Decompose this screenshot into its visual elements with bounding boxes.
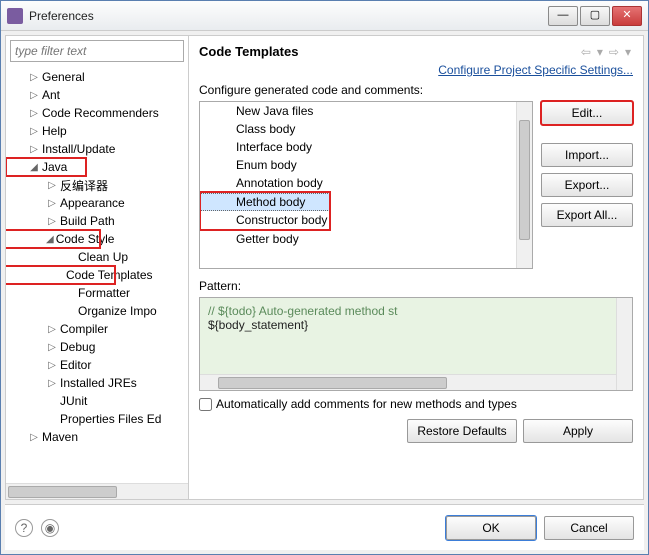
filter-input[interactable] <box>10 40 184 62</box>
nav-forward-menu-icon[interactable]: ▾ <box>623 45 633 59</box>
minimize-button[interactable]: — <box>548 6 578 26</box>
chevron-down-icon: ◢ <box>46 234 54 245</box>
right-panel: Code Templates ⇦ ▾ ⇨ ▾ Configure Project… <box>189 36 643 499</box>
tree-ant[interactable]: ▷Ant <box>6 86 188 104</box>
list-item-method-body[interactable]: Method body <box>200 193 330 211</box>
tree-code-templates[interactable]: Code Templates <box>6 266 115 284</box>
tree-java[interactable]: ◢Java <box>6 158 86 176</box>
left-panel: ▷General ▷Ant ▷Code Recommenders ▷Help ▷… <box>6 36 189 499</box>
app-icon <box>7 8 23 24</box>
chevron-right-icon: ▷ <box>46 198 58 209</box>
list-item[interactable]: Interface body <box>200 138 516 156</box>
pattern-preview: // ${todo} Auto-generated method st ${bo… <box>199 297 633 391</box>
pattern-line: ${body_statement} <box>208 318 624 332</box>
close-button[interactable]: ✕ <box>612 6 642 26</box>
tree-installed-jres[interactable]: ▷Installed JREs <box>6 374 188 392</box>
tree-help[interactable]: ▷Help <box>6 122 188 140</box>
pattern-scrollbar-h[interactable] <box>200 374 616 390</box>
import-button[interactable]: Import... <box>541 143 633 167</box>
chevron-down-icon: ◢ <box>28 162 40 173</box>
templates-list[interactable]: New Java files Class body Interface body… <box>199 101 533 269</box>
pattern-label: Pattern: <box>199 279 633 293</box>
cancel-button[interactable]: Cancel <box>544 516 634 540</box>
restore-defaults-button[interactable]: Restore Defaults <box>407 419 517 443</box>
filter-box <box>10 40 184 62</box>
tree-appearance[interactable]: ▷Appearance <box>6 194 188 212</box>
subheading: Configure generated code and comments: <box>199 83 633 97</box>
chevron-right-icon: ▷ <box>46 216 58 227</box>
chevron-right-icon: ▷ <box>28 144 40 155</box>
tree-code-style[interactable]: ◢Code Style <box>6 230 100 248</box>
tree-editor[interactable]: ▷Editor <box>6 356 188 374</box>
chevron-right-icon: ▷ <box>46 342 58 353</box>
chevron-right-icon: ▷ <box>28 90 40 101</box>
record-icon[interactable]: ◉ <box>41 519 59 537</box>
chevron-right-icon: ▷ <box>46 360 58 371</box>
window-title: Preferences <box>29 9 548 23</box>
chevron-right-icon: ▷ <box>28 432 40 443</box>
apply-button[interactable]: Apply <box>523 419 633 443</box>
tree-scrollbar-h[interactable] <box>6 483 188 499</box>
export-button[interactable]: Export... <box>541 173 633 197</box>
tree-code-recommenders[interactable]: ▷Code Recommenders <box>6 104 188 122</box>
titlebar[interactable]: Preferences — ▢ ✕ <box>1 1 648 31</box>
tree-properties-files-editor[interactable]: Properties Files Ed <box>6 410 188 428</box>
auto-comments-label: Automatically add comments for new metho… <box>216 397 517 411</box>
tree-formatter[interactable]: Formatter <box>6 284 188 302</box>
list-scrollbar-v[interactable] <box>516 102 532 268</box>
help-icon[interactable]: ? <box>15 519 33 537</box>
tree-decompiler[interactable]: ▷反编译器 <box>6 176 188 194</box>
footer: ? ◉ OK Cancel <box>5 504 644 550</box>
list-item[interactable]: Getter body <box>200 230 516 248</box>
nav-forward-icon[interactable]: ⇨ <box>607 45 621 59</box>
tree-clean-up[interactable]: Clean Up <box>6 248 188 266</box>
tree-build-path[interactable]: ▷Build Path <box>6 212 188 230</box>
page-title: Code Templates <box>199 44 579 59</box>
nav-back-menu-icon[interactable]: ▾ <box>595 45 605 59</box>
nav-back-icon[interactable]: ⇦ <box>579 45 593 59</box>
tree-install-update[interactable]: ▷Install/Update <box>6 140 188 158</box>
tree-general[interactable]: ▷General <box>6 68 188 86</box>
chevron-right-icon: ▷ <box>46 378 58 389</box>
pattern-scrollbar-v[interactable] <box>616 298 632 390</box>
preferences-tree[interactable]: ▷General ▷Ant ▷Code Recommenders ▷Help ▷… <box>6 66 188 499</box>
list-item-constructor-body[interactable]: Constructor body <box>200 211 330 229</box>
maximize-button[interactable]: ▢ <box>580 6 610 26</box>
pattern-line: // ${todo} Auto-generated method st <box>208 304 624 318</box>
list-item[interactable]: Class body <box>200 120 516 138</box>
ok-button[interactable]: OK <box>446 516 536 540</box>
chevron-right-icon: ▷ <box>28 108 40 119</box>
chevron-right-icon: ▷ <box>46 324 58 335</box>
tree-debug[interactable]: ▷Debug <box>6 338 188 356</box>
edit-button[interactable]: Edit... <box>541 101 633 125</box>
chevron-right-icon: ▷ <box>46 180 58 191</box>
export-all-button[interactable]: Export All... <box>541 203 633 227</box>
list-item[interactable]: Annotation body <box>200 174 516 192</box>
list-item[interactable]: New Java files <box>200 102 516 120</box>
tree-junit[interactable]: JUnit <box>6 392 188 410</box>
preferences-window: Preferences — ▢ ✕ ▷General ▷Ant ▷Code Re… <box>0 0 649 555</box>
tree-organize-imports[interactable]: Organize Impo <box>6 302 188 320</box>
chevron-right-icon: ▷ <box>28 126 40 137</box>
chevron-right-icon: ▷ <box>28 72 40 83</box>
tree-compiler[interactable]: ▷Compiler <box>6 320 188 338</box>
configure-project-link[interactable]: Configure Project Specific Settings... <box>199 63 633 77</box>
tree-maven[interactable]: ▷Maven <box>6 428 188 446</box>
auto-comments-checkbox[interactable] <box>199 398 212 411</box>
list-item[interactable]: Enum body <box>200 156 516 174</box>
